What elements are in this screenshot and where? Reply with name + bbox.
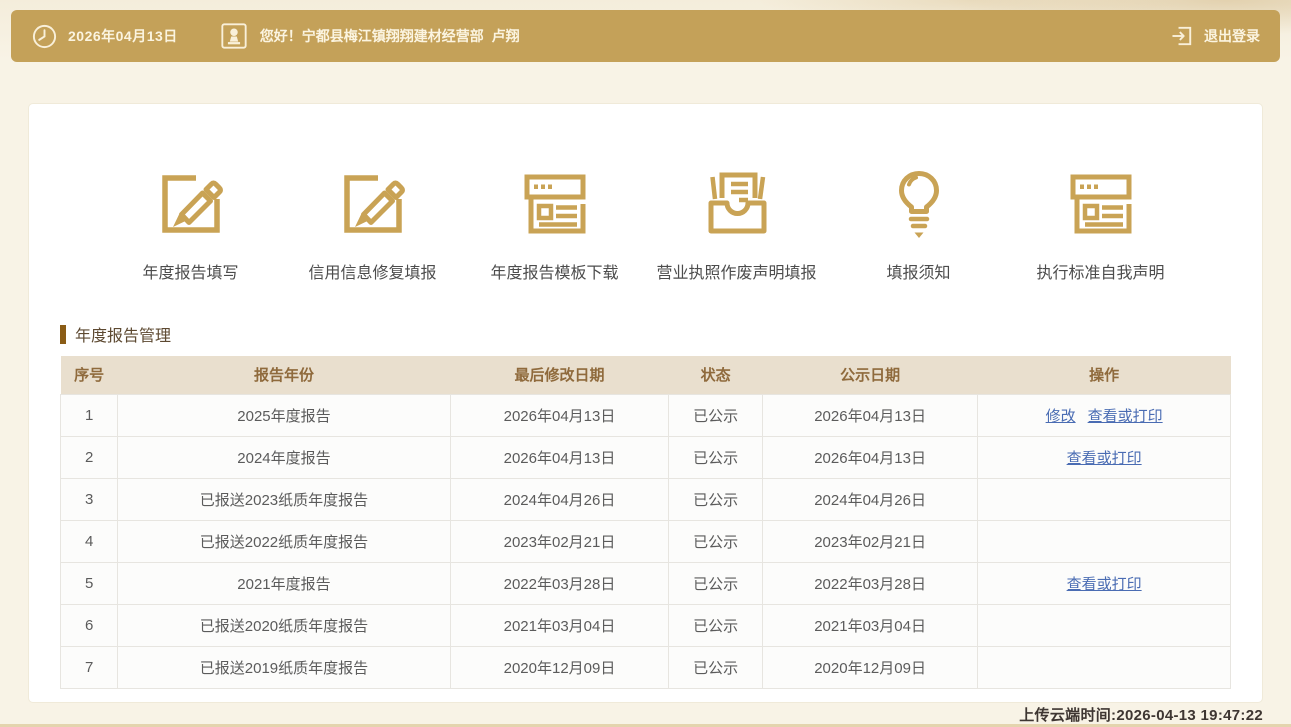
cell-publish-date: 2021年03月04日 [762,604,977,646]
greeting-text: 您好！宁都县梅江镇翔翔建材经营部 卢翔 [260,26,520,46]
col-header-last-modified: 最后修改日期 [450,356,669,394]
col-header-report-year: 报告年份 [118,356,450,394]
section-marker-bar [60,325,66,344]
table-row: 2 2024年度报告 2026年04月13日 已公示 2026年04月13日 查… [61,436,1231,478]
cell-status: 已公示 [669,436,763,478]
cell-report-year: 已报送2023纸质年度报告 [118,478,450,520]
modify-link[interactable]: 修改 [1046,408,1076,425]
table-row: 4 已报送2022纸质年度报告 2023年02月21日 已公示 2023年02月… [61,520,1231,562]
logout-button[interactable]: 退出登录 [1169,23,1260,49]
main-card: 年度报告填写 信用信息修复填报 [28,103,1263,703]
cell-publish-date: 2020年12月09日 [762,646,977,688]
current-date: 2026年04月13日 [68,26,178,46]
cell-publish-date: 2023年02月21日 [762,520,977,562]
cell-status: 已公示 [669,562,763,604]
shortcut-label: 信用信息修复填报 [308,263,436,285]
user-avatar-icon [220,22,248,50]
shortcut-filing-notice[interactable]: 填报须知 [828,166,1010,285]
shortcut-label: 年度报告填写 [142,263,238,285]
cell-last-modified: 2020年12月09日 [450,646,669,688]
cell-index: 6 [61,604,118,646]
cell-publish-date: 2026年04月13日 [762,436,977,478]
table-header-row: 序号 报告年份 最后修改日期 状态 公示日期 操作 [61,356,1231,394]
section-title: 年度报告管理 [75,322,171,346]
view-or-print-link[interactable]: 查看或打印 [1067,576,1142,593]
shortcut-license-invalidation[interactable]: 营业执照作废声明填报 [646,166,828,285]
shortcut-row: 年度报告填写 信用信息修复填报 [60,104,1231,285]
cell-publish-date: 2022年03月28日 [762,562,977,604]
logout-icon [1169,23,1195,49]
upload-time-text: 上传云端时间:2026-04-13 19:47:22 [1019,704,1263,725]
cell-last-modified: 2026年04月13日 [450,394,669,436]
cell-index: 2 [61,436,118,478]
cell-operations: 查看或打印 [978,436,1231,478]
table-row: 3 已报送2023纸质年度报告 2024年04月26日 已公示 2024年04月… [61,478,1231,520]
license-invalidation-icon [699,166,775,242]
col-header-index: 序号 [61,356,118,394]
col-header-publish-date: 公示日期 [762,356,977,394]
cell-report-year: 2021年度报告 [118,562,450,604]
shortcut-label: 执行标准自我声明 [1036,263,1164,285]
clock-icon [31,23,58,50]
col-header-status: 状态 [669,356,763,394]
annual-report-table: 序号 报告年份 最后修改日期 状态 公示日期 操作 1 2025年度报告 202… [60,356,1231,689]
shortcut-template-download[interactable]: 年度报告模板下载 [464,166,646,285]
notice-icon [881,166,957,242]
table-row: 5 2021年度报告 2022年03月28日 已公示 2022年03月28日 查… [61,562,1231,604]
cell-index: 3 [61,478,118,520]
cell-last-modified: 2026年04月13日 [450,436,669,478]
cell-operations [978,478,1231,520]
cell-operations: 修改查看或打印 [978,394,1231,436]
standard-declaration-icon [1063,166,1139,242]
cell-report-year: 已报送2022纸质年度报告 [118,520,450,562]
table-row: 1 2025年度报告 2026年04月13日 已公示 2026年04月13日 修… [61,394,1231,436]
user-group: 您好！宁都县梅江镇翔翔建材经营部 卢翔 [220,22,520,50]
table-row: 6 已报送2020纸质年度报告 2021年03月04日 已公示 2021年03月… [61,604,1231,646]
date-group: 2026年04月13日 [31,23,178,50]
cell-last-modified: 2022年03月28日 [450,562,669,604]
cell-last-modified: 2024年04月26日 [450,478,669,520]
shortcut-label: 填报须知 [886,263,950,285]
cell-status: 已公示 [669,646,763,688]
logout-label: 退出登录 [1204,26,1260,46]
table-row: 7 已报送2019纸质年度报告 2020年12月09日 已公示 2020年12月… [61,646,1231,688]
cell-status: 已公示 [669,520,763,562]
cell-status: 已公示 [669,478,763,520]
cell-publish-date: 2026年04月13日 [762,394,977,436]
shortcut-label: 营业执照作废声明填报 [656,263,816,285]
col-header-operations: 操作 [978,356,1231,394]
cell-report-year: 2025年度报告 [118,394,450,436]
shortcut-standard-declaration[interactable]: 执行标准自我声明 [1010,166,1192,285]
credit-repair-icon [335,166,411,242]
cell-publish-date: 2024年04月26日 [762,478,977,520]
shortcut-label: 年度报告模板下载 [490,263,618,285]
cell-last-modified: 2021年03月04日 [450,604,669,646]
shortcut-credit-repair[interactable]: 信用信息修复填报 [282,166,464,285]
cell-operations [978,646,1231,688]
edit-report-icon [153,166,229,242]
cell-status: 已公示 [669,394,763,436]
cell-operations [978,604,1231,646]
cell-index: 4 [61,520,118,562]
cell-report-year: 2024年度报告 [118,436,450,478]
cell-operations: 查看或打印 [978,562,1231,604]
cell-index: 7 [61,646,118,688]
view-or-print-link[interactable]: 查看或打印 [1067,450,1142,467]
shortcut-annual-report-fill[interactable]: 年度报告填写 [100,166,282,285]
section-header: 年度报告管理 [60,323,1231,345]
top-bar: 2026年04月13日 您好！宁都县梅江镇翔翔建材经营部 卢翔 退出登录 [11,10,1280,62]
cell-report-year: 已报送2019纸质年度报告 [118,646,450,688]
cell-index: 5 [61,562,118,604]
cell-last-modified: 2023年02月21日 [450,520,669,562]
cell-status: 已公示 [669,604,763,646]
cell-operations [978,520,1231,562]
template-download-icon [517,166,593,242]
cell-index: 1 [61,394,118,436]
view-or-print-link[interactable]: 查看或打印 [1088,408,1163,425]
cell-report-year: 已报送2020纸质年度报告 [118,604,450,646]
